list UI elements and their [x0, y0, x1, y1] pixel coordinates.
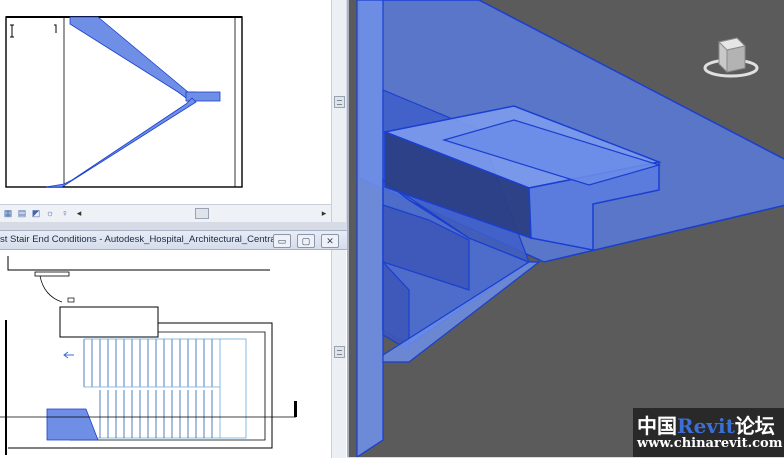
- plan-viewport-scroll-thumb[interactable]: [334, 346, 345, 358]
- watermark-title: 中国Revit论坛: [637, 410, 775, 439]
- shadows-icon[interactable]: ♀: [60, 208, 70, 218]
- door-swing-arc: [39, 275, 63, 303]
- plan-window-titlebar[interactable]: st Stair End Conditions - Autodesk_Hospi…: [0, 231, 347, 250]
- top-viewport-scroll-thumb[interactable]: [334, 96, 345, 108]
- level-marker-left: [10, 24, 14, 38]
- plan-wall-top: [7, 256, 270, 271]
- top-view-control-bar: ▦ ▤ ◩ ☼ ♀ ◂ ▸: [0, 204, 331, 223]
- plan-door-frame: [34, 271, 70, 277]
- minimize-button[interactable]: ▭: [273, 234, 291, 248]
- viewcube-icon[interactable]: [701, 30, 761, 85]
- stair-direction-arrow-icon: [63, 351, 74, 359]
- watermark-cn-a: 中国: [637, 414, 677, 438]
- detail-level-icon[interactable]: ▤: [17, 208, 27, 218]
- top-viewport-horizontal-scrollbar[interactable]: [80, 208, 330, 219]
- top-left-viewport[interactable]: ▦ ▤ ◩ ☼ ♀ ◂ ▸: [0, 0, 346, 223]
- viewcube-right-face[interactable]: [726, 45, 746, 73]
- upper-run-treads: [83, 339, 213, 387]
- watermark-url: www.chinarevit.com: [637, 436, 783, 451]
- visual-style-icon[interactable]: ◩: [31, 208, 41, 218]
- stair-plan-view[interactable]: [0, 250, 331, 458]
- watermark-cn-b: 论坛: [734, 414, 775, 438]
- 3d-viewport[interactable]: 中国Revit论坛 www.chinarevit.com: [347, 0, 784, 457]
- level-marker-right: [54, 24, 57, 33]
- horizontal-scroll-thumb[interactable]: [195, 208, 209, 219]
- scroll-right-arrow-icon[interactable]: ▸: [319, 208, 329, 218]
- section-head-marker[interactable]: [294, 401, 297, 417]
- upper-stair-flight: [69, 16, 197, 99]
- sun-path-icon[interactable]: ☼: [45, 208, 55, 218]
- stair-wall-left: [356, 0, 384, 457]
- lower-run-treads: [99, 390, 213, 438]
- plan-landing-block: [59, 306, 159, 338]
- scale-icon[interactable]: ▦: [3, 208, 13, 218]
- selected-stair-end-highlight[interactable]: [46, 408, 99, 441]
- site-watermark: 中国Revit论坛 www.chinarevit.com: [633, 408, 784, 457]
- restore-button[interactable]: ▢: [297, 234, 315, 248]
- view-separator: [0, 222, 347, 230]
- plan-view-window[interactable]: st Stair End Conditions - Autodesk_Hospi…: [0, 230, 347, 458]
- plan-viewport-vertical-scrollbar[interactable]: [331, 250, 346, 458]
- top-viewport-vertical-scrollbar[interactable]: [331, 0, 346, 222]
- plan-door-jamb: [67, 297, 75, 303]
- close-button[interactable]: ✕: [321, 234, 339, 248]
- lower-stair-flight: [45, 97, 197, 188]
- plan-stair-shaft-inner: [70, 331, 266, 441]
- stair-section-view[interactable]: [0, 0, 330, 204]
- plan-window-title: st Stair End Conditions - Autodesk_Hospi…: [0, 234, 278, 245]
- watermark-brand: Revit: [677, 414, 735, 438]
